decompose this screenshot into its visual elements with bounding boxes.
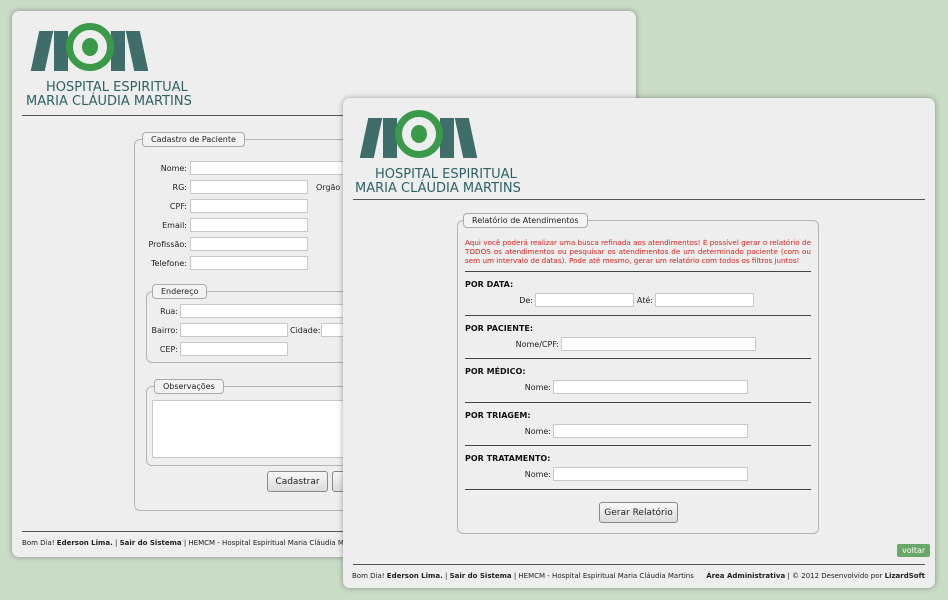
section-divider (465, 445, 811, 446)
observations-legend: Observações (154, 379, 224, 394)
doctor-label: Nome: (524, 383, 551, 392)
hospital-name-line1: HOSPITAL ESPIRITUAL (375, 167, 517, 182)
cep-input[interactable] (180, 342, 288, 356)
back-footer: Bom Dia! Ederson Lima. | Sair do Sistema… (22, 539, 364, 547)
footer-separator: | (444, 572, 448, 580)
patient-label: Nome/CPF: (515, 340, 559, 349)
hospital-logo: HOSPITAL ESPIRITUAL MARIA CLÁUDIA MARTIN… (26, 23, 192, 109)
logout-link[interactable]: Sair do Sistema (120, 539, 182, 547)
triage-input[interactable] (553, 424, 748, 438)
footer-site-name: HEMCM - Hospital Espiritual Maria Cláudi… (188, 539, 364, 547)
profissao-label: Profissão: (148, 240, 187, 249)
date-from-input[interactable] (535, 293, 634, 307)
report-fieldset (457, 220, 819, 534)
logout-link[interactable]: Sair do Sistema (450, 572, 512, 580)
doctor-input[interactable] (553, 380, 748, 394)
generate-report-button[interactable]: Gerar Relatório (599, 502, 678, 523)
section-divider (465, 358, 811, 359)
hospital-name-line2: MARIA CLÁUDIA MARTINS (355, 181, 521, 196)
footer-separator: | (513, 572, 517, 580)
cpf-input[interactable] (190, 199, 308, 213)
footer-divider (353, 564, 925, 565)
por-paciente-title: POR PACIENTE: (465, 324, 534, 333)
por-medico-title: POR MÉDICO: (465, 367, 526, 376)
report-window: HOSPITAL ESPIRITUAL MARIA CLÁUDIA MARTIN… (343, 98, 935, 588)
footer-user: Ederson Lima. (56, 539, 113, 547)
footer-greeting: Bom Dia! (22, 539, 55, 547)
front-footer-right: Área Administrativa | © 2012 Desenvolvid… (706, 572, 925, 580)
section-divider (465, 489, 811, 490)
footer-separator: | (183, 539, 187, 547)
telefone-input[interactable] (190, 256, 308, 270)
address-legend: Endereço (152, 284, 208, 299)
telefone-label: Telefone: (151, 259, 187, 268)
date-to-label: Até: (636, 296, 653, 305)
footer-user: Ederson Lima. (386, 572, 443, 580)
treatment-input[interactable] (553, 467, 748, 481)
report-notice: Aqui você poderá realizar uma busca refi… (465, 238, 811, 265)
patient-input[interactable] (561, 337, 756, 351)
cpf-label: CPF: (169, 202, 187, 211)
orgao-label: Orgão (316, 183, 341, 192)
footer-separator: | (114, 539, 118, 547)
hospital-logo: HOSPITAL ESPIRITUAL MARIA CLÁUDIA MARTIN… (355, 110, 521, 196)
triage-label: Nome: (524, 427, 551, 436)
bairro-label: Bairro: (151, 326, 178, 335)
por-triagem-title: POR TRIAGEM: (465, 411, 531, 420)
front-footer-left: Bom Dia! Ederson Lima. | Sair do Sistema… (352, 572, 694, 580)
report-legend: Relatório de Atendimentos (463, 213, 588, 228)
por-data-title: POR DATA: (465, 280, 514, 289)
por-tratamento-title: POR TRATAMENTO: (465, 454, 551, 463)
email-input[interactable] (190, 218, 308, 232)
voltar-button[interactable]: voltar (897, 544, 931, 557)
rg-label: RG: (172, 183, 187, 192)
profissao-input[interactable] (190, 237, 308, 251)
cidade-label: Cidade: (290, 326, 321, 335)
copyright-text: | © 2012 Desenvolvido por (787, 572, 883, 580)
hospital-name-line2: MARIA CLÁUDIA MARTINS (26, 94, 192, 109)
footer-greeting: Bom Dia! (352, 572, 385, 580)
section-divider (465, 271, 811, 272)
email-label: Email: (162, 221, 187, 230)
company-name: LizardSoft (884, 572, 925, 580)
section-divider (465, 315, 811, 316)
admin-area-link[interactable]: Área Administrativa (706, 572, 785, 580)
section-divider (465, 402, 811, 403)
cadastrar-button[interactable]: Cadastrar (267, 471, 328, 492)
patient-registration-legend: Cadastro de Paciente (142, 132, 245, 147)
treatment-label: Nome: (524, 470, 551, 479)
nome-label: Nome: (160, 164, 187, 173)
rg-input[interactable] (190, 180, 308, 194)
hospital-name-line1: HOSPITAL ESPIRITUAL (46, 80, 188, 95)
header-divider (353, 199, 925, 200)
date-from-label: De: (519, 296, 533, 305)
date-to-input[interactable] (655, 293, 754, 307)
cep-label: CEP: (159, 345, 178, 354)
footer-site-name: HEMCM - Hospital Espiritual Maria Cláudi… (518, 572, 694, 580)
bairro-input[interactable] (180, 323, 288, 337)
rua-label: Rua: (160, 307, 178, 316)
